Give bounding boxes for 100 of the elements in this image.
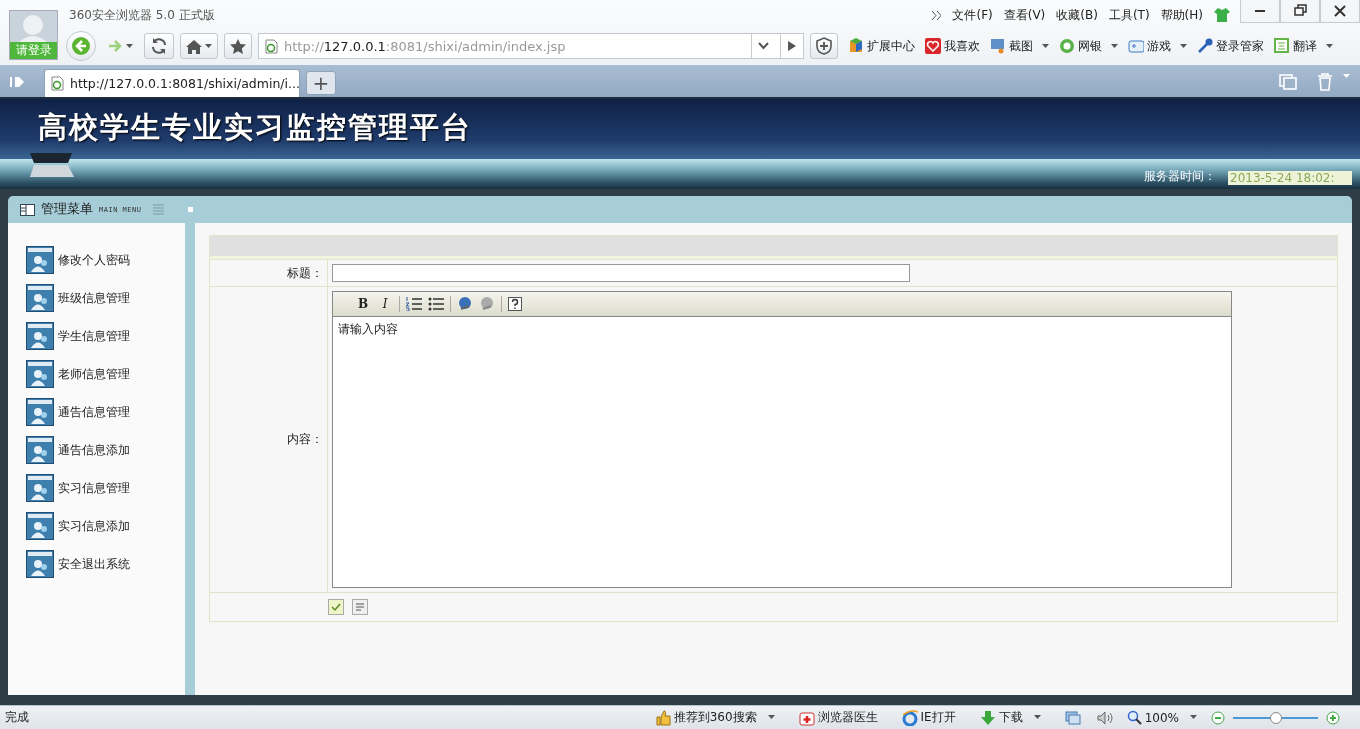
menu-item[interactable]: 查看(V)	[1003, 6, 1046, 24]
caret-icon[interactable]	[1042, 43, 1049, 49]
gamepad-icon	[1128, 38, 1144, 54]
minimize-button[interactable]	[1240, 0, 1280, 23]
user-window-icon	[26, 512, 54, 540]
page-icon	[265, 38, 278, 54]
menu-item[interactable]: 修改个人密码	[26, 246, 185, 274]
caret-icon[interactable]	[1326, 43, 1333, 49]
user-window-icon	[26, 436, 54, 464]
field-label: 内容：	[210, 287, 328, 592]
zoom-button[interactable]: 100%	[1126, 710, 1197, 725]
submit-icon[interactable]	[328, 599, 344, 615]
toolbar-button[interactable]: 截图	[990, 37, 1049, 55]
close-button[interactable]	[1320, 0, 1360, 23]
menu-item[interactable]: 安全退出系统	[26, 550, 185, 578]
caret-icon[interactable]	[126, 43, 133, 49]
menu-item[interactable]: 帮助(H)	[1160, 6, 1203, 24]
status-button[interactable]: 下载	[979, 709, 1041, 726]
menu-title: 管理菜单	[41, 201, 93, 218]
help-icon[interactable]	[508, 297, 522, 311]
toolbar-button[interactable]: 游戏	[1128, 37, 1187, 55]
refresh-button[interactable]	[144, 33, 174, 59]
refresh-icon[interactable]	[150, 37, 168, 55]
menu-item[interactable]: 收藏(B)	[1056, 6, 1098, 24]
caret-icon[interactable]	[1180, 43, 1187, 49]
address-text: http://127.0.0.1:8081/shixi/admin/index.jsp	[284, 38, 566, 54]
user-window-icon	[26, 550, 54, 578]
status-button[interactable]: 推荐到360搜索	[654, 709, 775, 726]
caret-icon[interactable]	[1033, 715, 1041, 720]
caret-icon[interactable]	[767, 715, 775, 720]
window-title: 360安全浏览器 5.0 正式版	[69, 6, 216, 24]
home-icon[interactable]	[186, 38, 202, 54]
thumbs-up-icon	[654, 709, 671, 726]
sidebar-toggle-icon[interactable]	[10, 75, 26, 89]
page-icon	[51, 76, 64, 91]
heart-icon	[925, 38, 941, 54]
zoom-in-icon[interactable]	[1326, 710, 1340, 725]
restore-button[interactable]	[1280, 0, 1320, 23]
server-time: 2013-5-24 18:02:	[1228, 171, 1352, 185]
menu-item[interactable]: 实习信息管理	[26, 474, 185, 502]
ie-icon	[901, 709, 918, 726]
star-icon[interactable]	[230, 38, 246, 54]
shirt-icon[interactable]	[1214, 8, 1230, 22]
close-icon[interactable]	[1332, 3, 1348, 19]
shield-icon[interactable]	[816, 37, 832, 55]
menu-item[interactable]: 实习信息添加	[26, 512, 185, 540]
translate-icon	[1274, 38, 1290, 54]
new-tab-button[interactable]: +	[306, 71, 336, 95]
status-button[interactable]: 浏览器医生	[798, 709, 878, 726]
format-button[interactable]: B	[355, 297, 371, 311]
play-arrow-icon[interactable]	[788, 41, 796, 51]
windows-icon[interactable]	[1064, 710, 1081, 725]
menu-item[interactable]: 班级信息管理	[26, 284, 185, 312]
caret-icon[interactable]	[1111, 43, 1118, 49]
home-button[interactable]	[180, 33, 218, 59]
field-label: 标题：	[210, 260, 328, 286]
menu-item[interactable]: 通告信息管理	[26, 398, 185, 426]
caret-icon[interactable]	[205, 43, 212, 49]
title-input[interactable]	[332, 264, 910, 282]
user-window-icon	[26, 284, 54, 312]
first-aid-icon	[798, 709, 815, 726]
restore-icon[interactable]	[1292, 3, 1308, 19]
toolbar-button[interactable]: 扩展中心	[848, 37, 915, 55]
favorite-button[interactable]	[224, 33, 252, 59]
menu-panel-icon	[20, 203, 35, 216]
rich-text-editor[interactable]: B I 请输入内容	[332, 291, 1232, 588]
status-button[interactable]: IE打开	[901, 709, 956, 726]
chevron-down-icon[interactable]	[757, 42, 769, 50]
shield-button[interactable]	[810, 33, 838, 59]
toolbar-button[interactable]: 登录管家	[1197, 37, 1264, 55]
key-icon	[1197, 38, 1213, 54]
magnifier-icon	[1126, 710, 1142, 725]
zoom-out-icon[interactable]	[1211, 710, 1225, 725]
download-icon	[979, 709, 996, 726]
user-window-icon	[26, 246, 54, 274]
list-icon	[153, 204, 165, 215]
menu-item[interactable]: 工具(T)	[1108, 6, 1150, 24]
bullet-list-icon[interactable]	[428, 297, 444, 311]
speaker-icon[interactable]	[1096, 710, 1113, 725]
status-text: 完成	[4, 709, 30, 726]
toolbar-button[interactable]: 翻译	[1274, 37, 1333, 55]
app-title: 高校学生专业实习监控管理平台	[38, 109, 472, 146]
double-chevron-icon[interactable]	[932, 10, 942, 20]
zoom-slider-thumb[interactable]	[1269, 711, 1282, 724]
toolbar-button[interactable]: 网银	[1059, 37, 1118, 55]
menu-item[interactable]: 学生信息管理	[26, 322, 185, 350]
screen-icon	[990, 38, 1006, 54]
ordered-list-icon[interactable]	[406, 297, 422, 311]
browser-tab[interactable]: http://127.0.0.1:8081/shixi/admin/i...	[44, 69, 300, 97]
caret-icon[interactable]	[1190, 715, 1197, 720]
editor-content: 请输入内容	[337, 321, 399, 338]
user-window-icon	[26, 322, 54, 350]
format-button[interactable]: I	[377, 297, 393, 311]
address-bar[interactable]: http://127.0.0.1:8081/shixi/admin/index.jsp	[258, 33, 804, 59]
cube-icon	[848, 38, 864, 54]
menu-item[interactable]: 通告信息添加	[26, 436, 185, 464]
menu-item[interactable]: 老师信息管理	[26, 360, 185, 388]
toolbar-button[interactable]: 我喜欢	[925, 37, 980, 55]
user-window-icon	[26, 474, 54, 502]
menu-item[interactable]: 文件(F)	[952, 6, 993, 24]
